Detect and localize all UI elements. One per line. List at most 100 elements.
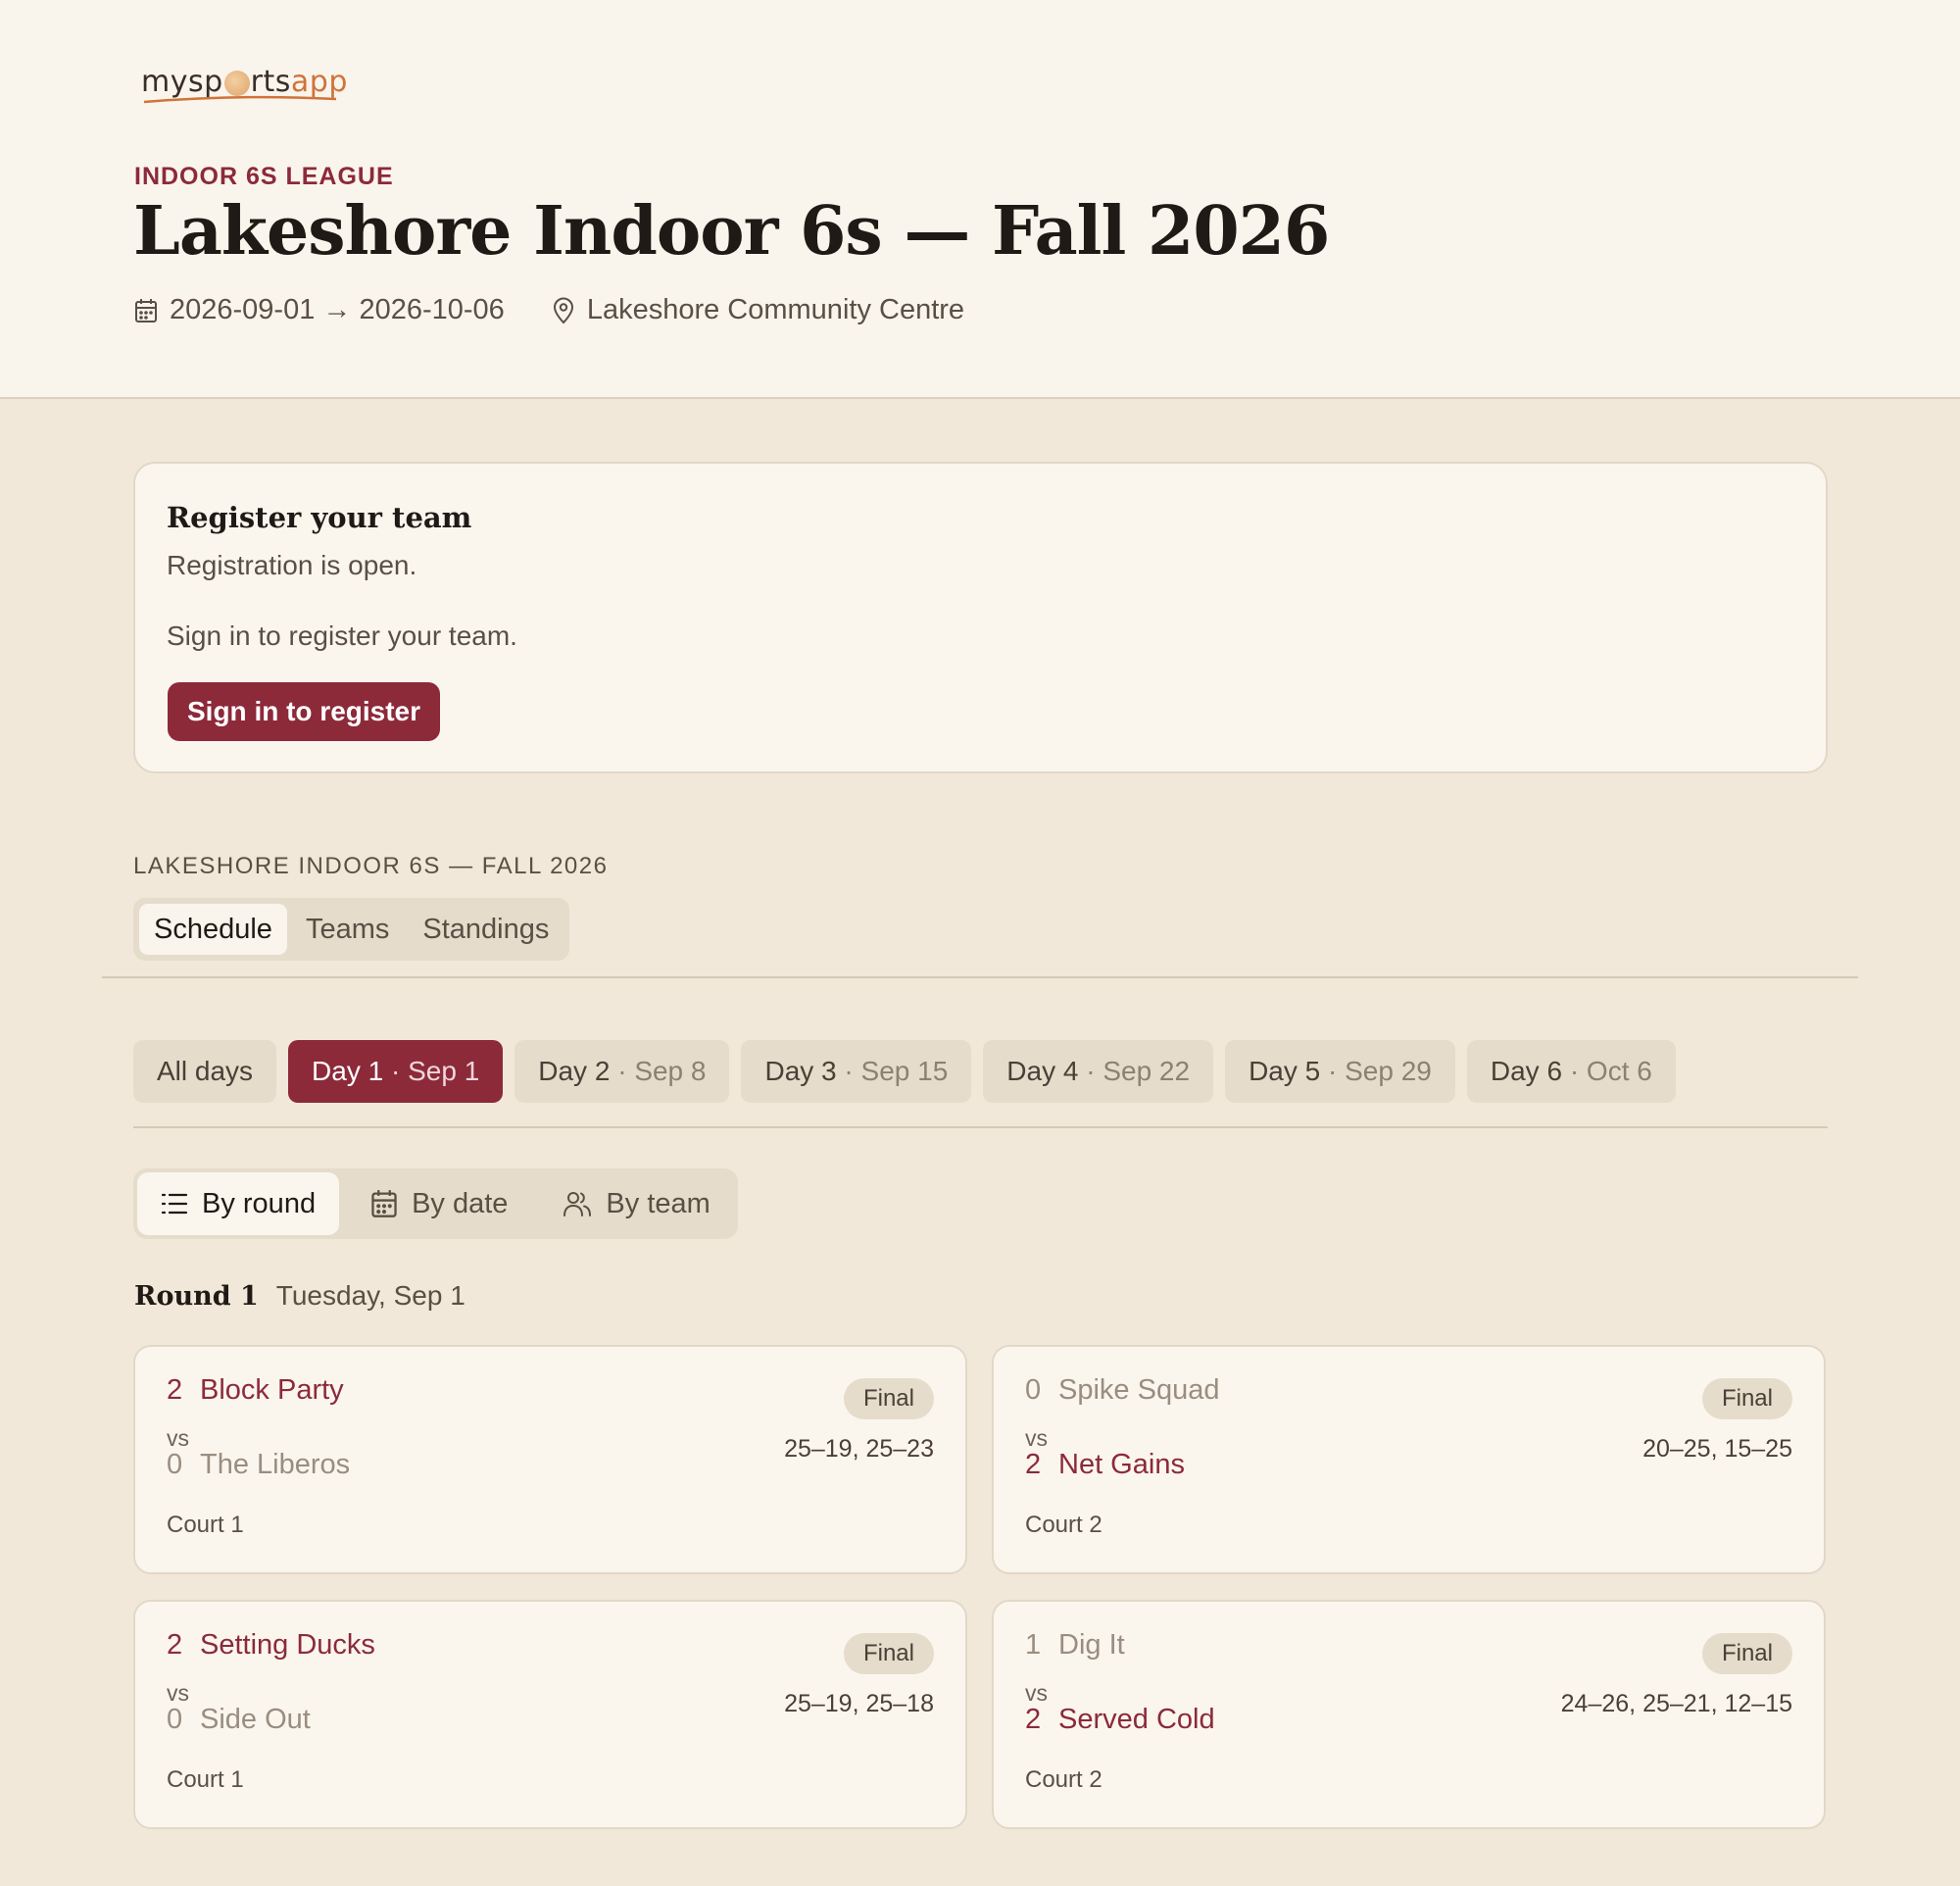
round-name: Round 1 bbox=[134, 1281, 259, 1312]
venue: Lakeshore Community Centre bbox=[586, 294, 965, 325]
league-section-label: LAKESHORE INDOOR 6S — FALL 2026 bbox=[133, 853, 609, 879]
day-date: Oct 6 bbox=[1586, 1056, 1652, 1086]
court-label: Court 2 bbox=[1025, 1512, 1102, 1538]
sign-in-to-register-button[interactable]: Sign in to register bbox=[168, 682, 441, 741]
location-pin-icon bbox=[553, 297, 573, 323]
divider bbox=[133, 1126, 1828, 1128]
day-label: Day 4 bbox=[1006, 1056, 1079, 1086]
vs-label: vs bbox=[1025, 1680, 1048, 1706]
page-title: Lakeshore Indoor 6s — Fall 2026 bbox=[133, 192, 1330, 271]
league-type-label: INDOOR 6S LEAGUE bbox=[134, 163, 394, 190]
day-filter-6[interactable]: Day 6 · Oct 6 bbox=[1466, 1040, 1676, 1103]
home-team-row: 1 Dig It bbox=[1025, 1629, 1125, 1662]
logo-swoosh-icon bbox=[143, 95, 337, 104]
match-card[interactable]: 1 Dig It vs 2 Served Cold Court 2 Final … bbox=[992, 1600, 1826, 1829]
day-filter-5[interactable]: Day 5 · Sep 29 bbox=[1225, 1040, 1455, 1103]
day-label: All days bbox=[157, 1056, 254, 1086]
match-card[interactable]: 2 Block Party vs 0 The Liberos Court 1 F… bbox=[133, 1345, 967, 1574]
tab-schedule[interactable]: Schedule bbox=[139, 904, 287, 955]
day-date: Sep 1 bbox=[408, 1056, 480, 1086]
away-team-row: 0 The Liberos bbox=[167, 1449, 350, 1481]
list-icon bbox=[161, 1193, 188, 1215]
away-team: The Liberos bbox=[200, 1449, 351, 1480]
day-separator: · bbox=[617, 1056, 627, 1086]
vs-label: vs bbox=[167, 1425, 189, 1451]
away-team: Net Gains bbox=[1058, 1449, 1185, 1480]
day-filter-all[interactable]: All days bbox=[133, 1040, 277, 1103]
away-score: 0 bbox=[167, 1704, 183, 1735]
vs-label: vs bbox=[1025, 1425, 1048, 1451]
day-filter-2[interactable]: Day 2 · Sep 8 bbox=[514, 1040, 730, 1103]
view-switcher: By round By date By team bbox=[133, 1168, 738, 1239]
day-date: Sep 22 bbox=[1102, 1056, 1191, 1086]
round-date: Tuesday, Sep 1 bbox=[275, 1280, 466, 1311]
registration-status: Registration is open. bbox=[167, 550, 417, 580]
set-scores: 24–26, 25–21, 12–15 bbox=[1560, 1690, 1792, 1717]
tab-standings[interactable]: Standings bbox=[408, 904, 564, 955]
day-filter: All days Day 1 · Sep 1 Day 2 · Sep 8 Day… bbox=[133, 1040, 1676, 1103]
view-by-date[interactable]: By date bbox=[347, 1172, 531, 1235]
calendar-icon bbox=[371, 1190, 397, 1217]
home-team: Dig It bbox=[1058, 1629, 1125, 1661]
register-card: Register your team Registration is open.… bbox=[133, 462, 1828, 773]
day-separator: · bbox=[844, 1056, 854, 1086]
page-header: mysp rts app INDOOR 6S LEAGUE Lakeshore In… bbox=[0, 0, 1960, 399]
day-date: Sep 29 bbox=[1345, 1056, 1432, 1086]
ball-icon bbox=[223, 70, 250, 96]
view-label: By round bbox=[202, 1187, 317, 1219]
home-team: Setting Ducks bbox=[200, 1629, 375, 1661]
court-label: Court 2 bbox=[1025, 1766, 1102, 1793]
status-badge: Final bbox=[843, 1378, 934, 1419]
registration-prompt: Sign in to register your team. bbox=[167, 620, 517, 651]
day-separator: · bbox=[390, 1056, 401, 1086]
away-team-row: 2 Served Cold bbox=[1025, 1704, 1215, 1736]
day-filter-4[interactable]: Day 4 · Sep 22 bbox=[983, 1040, 1214, 1103]
home-team-row: 2 Block Party bbox=[167, 1374, 344, 1407]
day-label: Day 3 bbox=[764, 1056, 837, 1086]
day-label: Day 2 bbox=[538, 1056, 611, 1086]
home-team-row: 2 Setting Ducks bbox=[167, 1629, 375, 1662]
day-label: Day 1 bbox=[312, 1056, 384, 1086]
day-separator: · bbox=[1569, 1056, 1580, 1086]
away-team-row: 0 Side Out bbox=[167, 1704, 311, 1736]
match-card[interactable]: 0 Spike Squad vs 2 Net Gains Court 2 Fin… bbox=[992, 1345, 1826, 1574]
view-by-round[interactable]: By round bbox=[137, 1172, 340, 1235]
set-scores: 20–25, 15–25 bbox=[1642, 1435, 1792, 1463]
day-date: Sep 8 bbox=[634, 1056, 707, 1086]
match-card[interactable]: 2 Setting Ducks vs 0 Side Out Court 1 Fi… bbox=[133, 1600, 967, 1829]
day-filter-3[interactable]: Day 3 · Sep 15 bbox=[741, 1040, 972, 1103]
date-range: 2026-09-01 → 2026-10-06 bbox=[170, 294, 505, 325]
home-score: 2 bbox=[167, 1374, 183, 1406]
away-team: Side Out bbox=[200, 1704, 311, 1735]
day-label: Day 5 bbox=[1249, 1056, 1321, 1086]
tab-teams[interactable]: Teams bbox=[291, 904, 404, 955]
calendar-icon bbox=[135, 298, 157, 323]
away-team-row: 2 Net Gains bbox=[1025, 1449, 1185, 1481]
register-heading: Register your team bbox=[167, 501, 472, 534]
day-separator: · bbox=[1086, 1056, 1096, 1086]
day-filter-1[interactable]: Day 1 · Sep 1 bbox=[288, 1040, 504, 1103]
view-by-team[interactable]: By team bbox=[539, 1172, 733, 1235]
home-team-row: 0 Spike Squad bbox=[1025, 1374, 1219, 1407]
league-tabs: Schedule Teams Standings bbox=[133, 898, 570, 961]
view-label: By date bbox=[412, 1187, 509, 1219]
away-score: 0 bbox=[167, 1449, 183, 1480]
set-scores: 25–19, 25–23 bbox=[784, 1435, 934, 1463]
divider bbox=[102, 976, 1858, 978]
away-team: Served Cold bbox=[1058, 1704, 1215, 1735]
day-label: Day 6 bbox=[1490, 1056, 1563, 1086]
users-icon bbox=[564, 1192, 592, 1216]
day-separator: · bbox=[1328, 1056, 1338, 1086]
home-score: 2 bbox=[167, 1629, 183, 1661]
vs-label: vs bbox=[167, 1680, 189, 1706]
court-label: Court 1 bbox=[167, 1766, 244, 1793]
home-score: 0 bbox=[1025, 1374, 1042, 1406]
court-label: Court 1 bbox=[167, 1512, 244, 1538]
home-team: Block Party bbox=[200, 1374, 344, 1406]
home-score: 1 bbox=[1025, 1629, 1042, 1661]
away-score: 2 bbox=[1025, 1449, 1042, 1480]
home-team: Spike Squad bbox=[1058, 1374, 1220, 1406]
status-badge: Final bbox=[1701, 1378, 1792, 1419]
round-header: Round 1 Tuesday, Sep 1 bbox=[134, 1280, 466, 1312]
view-label: By team bbox=[606, 1187, 710, 1219]
